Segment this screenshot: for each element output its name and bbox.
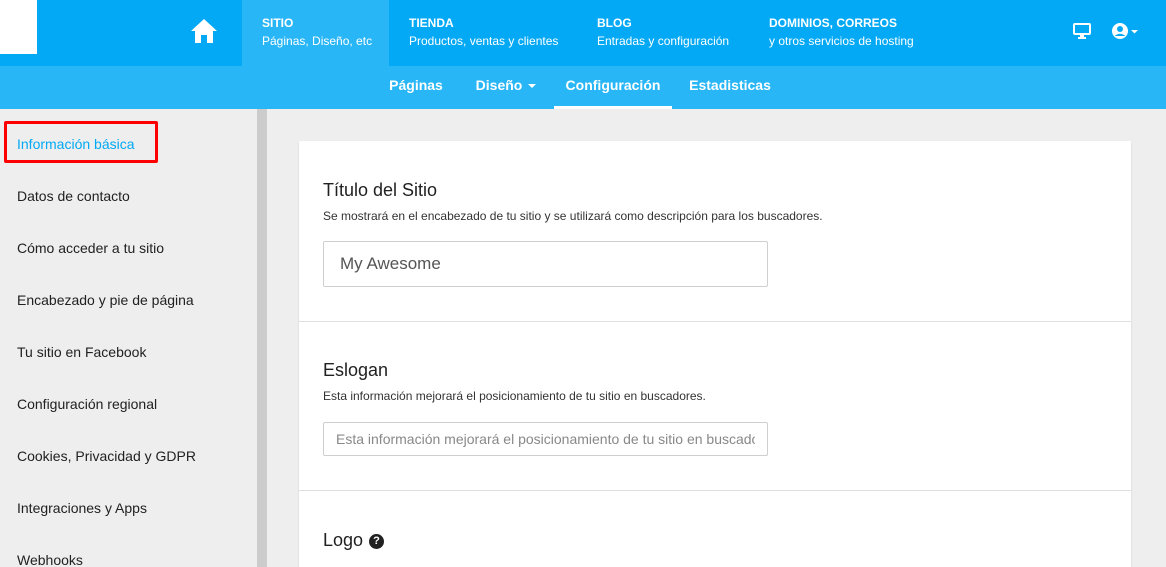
settings-sidebar: Información básica Datos de contacto Cóm… (0, 109, 257, 567)
sidebar-item-encabezado-pie[interactable]: Encabezado y pie de página (17, 292, 194, 308)
nav-title: BLOG (597, 16, 632, 30)
tab-configuracion[interactable]: Configuración (554, 66, 672, 109)
sidebar-item-informacion-basica[interactable]: Información básica (17, 136, 135, 152)
nav-subtitle: y otros servicios de hosting (769, 34, 914, 48)
divider (299, 321, 1131, 322)
logo-heading: Logo? (323, 530, 385, 551)
sidebar-item-integraciones[interactable]: Integraciones y Apps (17, 500, 147, 516)
monitor-icon[interactable] (1073, 22, 1091, 45)
tab-label: Páginas (389, 77, 443, 93)
tab-estadisticas[interactable]: Estadisticas (682, 66, 778, 109)
logo-placeholder[interactable] (0, 0, 37, 54)
nav-dominios[interactable]: DOMINIOS, CORREOS y otros servicios de h… (769, 0, 939, 66)
chevron-down-icon (528, 84, 537, 89)
site-title-heading: Título del Sitio (323, 180, 438, 200)
user-menu-button[interactable] (1111, 22, 1139, 45)
sub-navigation-bar: Páginas Diseño Configuración Estadistica… (0, 66, 1166, 109)
sidebar-item-facebook[interactable]: Tu sitio en Facebook (17, 344, 146, 360)
tab-label: Estadisticas (689, 77, 771, 93)
tab-label: Configuración (565, 77, 661, 93)
sidebar-item-datos-contacto[interactable]: Datos de contacto (17, 188, 130, 204)
logo-heading-label: Logo (323, 530, 364, 550)
tab-label: Diseño (475, 77, 523, 93)
nav-subtitle: Productos, ventas y clientes (409, 34, 559, 48)
tab-paginas[interactable]: Páginas (380, 66, 452, 109)
sidebar-item-como-acceder[interactable]: Cómo acceder a tu sitio (17, 240, 164, 256)
user-circle-icon (1111, 23, 1139, 44)
nav-title: DOMINIOS, CORREOS (769, 16, 898, 30)
slogan-description: Esta información mejorará el posicionami… (323, 389, 706, 403)
nav-title: SITIO (262, 16, 294, 30)
site-title-description: Se mostrará en el encabezado de tu sitio… (323, 209, 823, 223)
site-title-input[interactable] (323, 241, 768, 287)
home-button[interactable] (165, 0, 242, 66)
nav-subtitle: Entradas y configuración (597, 34, 730, 48)
home-icon (190, 18, 218, 49)
settings-card: Título del Sitio Se mostrará en el encab… (299, 141, 1131, 567)
slogan-heading: Eslogan (323, 360, 389, 380)
help-icon[interactable]: ? (369, 533, 385, 549)
nav-sitio[interactable]: SITIO Páginas, Diseño, etc (242, 0, 389, 66)
tab-diseno[interactable]: Diseño (466, 66, 546, 109)
sidebar-scrollbar[interactable] (257, 109, 267, 567)
sidebar-item-configuracion-regional[interactable]: Configuración regional (17, 396, 157, 412)
top-navigation-bar: SITIO Páginas, Diseño, etc TIENDA Produc… (0, 0, 1166, 66)
main-content: Título del Sitio Se mostrará en el encab… (267, 109, 1166, 567)
nav-blog[interactable]: BLOG Entradas y configuración (597, 0, 747, 66)
slogan-input[interactable] (323, 422, 768, 456)
nav-tienda[interactable]: TIENDA Productos, ventas y clientes (409, 0, 579, 66)
divider (299, 490, 1131, 491)
sidebar-item-webhooks[interactable]: Webhooks (17, 552, 83, 567)
nav-subtitle: Páginas, Diseño, etc (262, 34, 373, 48)
sidebar-item-cookies-privacidad[interactable]: Cookies, Privacidad y GDPR (17, 448, 196, 464)
nav-title: TIENDA (409, 16, 454, 30)
